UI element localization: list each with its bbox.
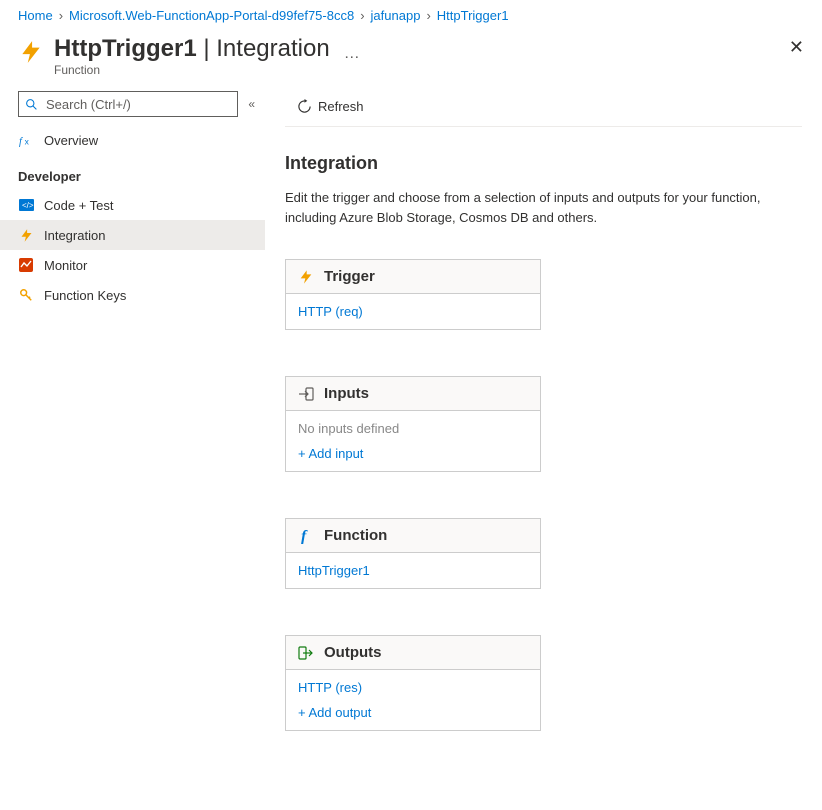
output-link[interactable]: HTTP (res): [298, 680, 528, 695]
sidebar-item-label: Function Keys: [44, 288, 126, 303]
breadcrumb: Home › Microsoft.Web-FunctionApp-Portal-…: [0, 0, 822, 27]
chevron-right-icon: ›: [360, 8, 364, 23]
search-icon: [25, 98, 38, 111]
chevron-right-icon: ›: [426, 8, 430, 23]
card-outputs: Outputs HTTP (res) + Add output: [285, 635, 541, 731]
refresh-icon: [297, 99, 312, 114]
function-link[interactable]: HttpTrigger1: [298, 563, 528, 578]
sidebar-group-developer: Developer: [0, 155, 265, 190]
refresh-button[interactable]: Refresh: [291, 95, 370, 118]
sidebar-item-label: Code + Test: [44, 198, 114, 213]
card-inputs-header: Inputs: [286, 377, 540, 411]
breadcrumb-resource[interactable]: Microsoft.Web-FunctionApp-Portal-d99fef7…: [69, 8, 354, 23]
add-input-button[interactable]: + Add input: [298, 446, 528, 461]
overview-icon: fx: [18, 132, 34, 148]
search-input[interactable]: [44, 96, 231, 113]
page-title-separator: |: [197, 35, 217, 62]
breadcrumb-app[interactable]: jafunapp: [371, 8, 421, 23]
chevron-right-icon: ›: [59, 8, 63, 23]
main-content: Refresh Integration Edit the trigger and…: [265, 87, 822, 761]
card-inputs: Inputs No inputs defined + Add input: [285, 376, 541, 472]
page-title: HttpTrigger1 | Integration: [54, 35, 330, 63]
card-function: f Function HttpTrigger1: [285, 518, 541, 589]
breadcrumb-function[interactable]: HttpTrigger1: [437, 8, 509, 23]
section-heading: Integration: [285, 153, 802, 174]
inputs-empty-text: No inputs defined: [298, 421, 528, 436]
page-title-main: HttpTrigger1: [54, 35, 197, 62]
sidebar-item-label: Integration: [44, 228, 105, 243]
sidebar-item-code-test[interactable]: </> Code + Test: [0, 190, 265, 220]
page-subtitle: Function: [54, 63, 330, 77]
sidebar-item-overview[interactable]: fx Overview: [0, 125, 265, 155]
card-title: Inputs: [324, 385, 369, 402]
sidebar-item-function-keys[interactable]: Function Keys: [0, 280, 265, 310]
input-arrow-icon: [298, 386, 314, 402]
svg-text:f: f: [19, 136, 24, 147]
refresh-label: Refresh: [318, 99, 364, 114]
key-icon: [18, 287, 34, 303]
more-menu-button[interactable]: …: [344, 45, 361, 63]
sidebar-item-integration[interactable]: Integration: [0, 220, 265, 250]
sidebar-item-monitor[interactable]: Monitor: [0, 250, 265, 280]
output-arrow-icon: [298, 645, 314, 661]
svg-text:x: x: [24, 136, 29, 146]
breadcrumb-home[interactable]: Home: [18, 8, 53, 23]
search-box[interactable]: [18, 91, 238, 117]
monitor-icon: [18, 257, 34, 273]
card-trigger: Trigger HTTP (req): [285, 259, 541, 330]
function-f-icon: f: [298, 528, 314, 544]
lightning-icon: [298, 269, 314, 285]
card-function-header: f Function: [286, 519, 540, 553]
trigger-link[interactable]: HTTP (req): [298, 304, 528, 319]
function-lightning-icon: [18, 39, 44, 65]
card-outputs-header: Outputs: [286, 636, 540, 670]
sidebar-item-label: Monitor: [44, 258, 87, 273]
code-icon: </>: [18, 197, 34, 213]
close-button[interactable]: ✕: [789, 37, 804, 58]
card-title: Function: [324, 527, 387, 544]
collapse-sidebar-button[interactable]: «: [248, 97, 251, 111]
svg-text:</>: </>: [22, 201, 34, 210]
sidebar: « fx Overview Developer </> Code + Test …: [0, 87, 265, 761]
sidebar-item-label: Overview: [44, 133, 98, 148]
toolbar: Refresh: [285, 87, 802, 127]
add-output-button[interactable]: + Add output: [298, 705, 528, 720]
svg-text:f: f: [301, 528, 308, 544]
card-trigger-header: Trigger: [286, 260, 540, 294]
page-header: HttpTrigger1 | Integration Function … ✕: [0, 27, 822, 87]
page-title-sub: Integration: [216, 35, 329, 62]
card-title: Outputs: [324, 644, 382, 661]
lightning-icon: [18, 227, 34, 243]
card-title: Trigger: [324, 268, 375, 285]
section-description: Edit the trigger and choose from a selec…: [285, 188, 802, 227]
